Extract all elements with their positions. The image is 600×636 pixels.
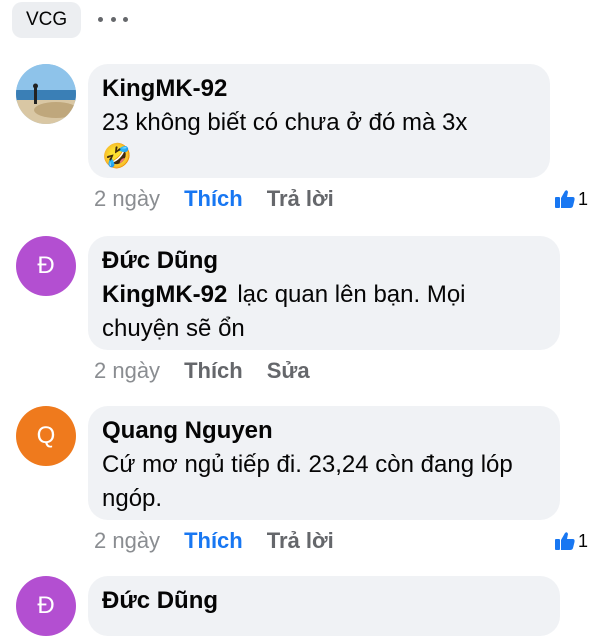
comment-actions: 2 ngày Thích Trả lời <box>94 184 358 214</box>
reaction-summary[interactable]: 1 <box>554 184 588 214</box>
beach-photo-icon <box>16 64 76 124</box>
reply-button[interactable]: Trả lời <box>267 186 334 212</box>
comment-author[interactable]: KingMK-92 <box>102 72 534 106</box>
comment-bubble: Đức Dũng KingMK-92 lạc quan lên bạn. Mọi … <box>88 236 560 350</box>
thumbs-up-icon <box>554 190 575 208</box>
reaction-count: 1 <box>577 530 588 551</box>
comment-text: 23 không biết có chưa ở đó mà 3x <box>102 109 468 136</box>
more-horizontal-icon[interactable] <box>98 7 128 31</box>
top-bar: VCG <box>0 0 600 50</box>
reply-button[interactable]: Trả lời <box>267 528 334 554</box>
thumbs-up-icon <box>554 532 575 550</box>
comment-time[interactable]: 2 ngày <box>94 186 160 212</box>
edit-button[interactable]: Sửa <box>267 358 310 384</box>
group-chip[interactable]: VCG <box>12 2 82 38</box>
like-button[interactable]: Thích <box>184 528 243 554</box>
avatar[interactable]: Đ <box>16 236 76 296</box>
like-button[interactable]: Thích <box>184 358 243 384</box>
avatar-initial: Q <box>36 422 56 449</box>
comment-text: Cứ mơ ngủ tiếp đi. 23,24 còn đang lóp ng… <box>102 451 513 512</box>
comment-author[interactable]: Đức Dũng <box>102 244 544 278</box>
avatar[interactable]: Q <box>16 406 76 466</box>
avatar[interactable]: Đ <box>16 576 76 636</box>
comment-actions: 2 ngày Thích Sửa <box>94 356 334 386</box>
comment-bubble: Đức Dũng <box>88 576 560 636</box>
comment-text: KingMK-92 lạc quan lên bạn. Mọi chuyện sẽ… <box>102 278 544 346</box>
comment-author[interactable]: Quang Nguyen <box>102 414 544 448</box>
rofl-emoji-icon: 🤣 <box>102 143 132 170</box>
reaction-count: 1 <box>577 188 588 209</box>
avatar-initial: Đ <box>37 252 55 279</box>
comment-time[interactable]: 2 ngày <box>94 358 160 384</box>
comment-bubble: KingMK-92 23 không biết có chưa ở đó mà … <box>88 64 550 178</box>
mention-link[interactable]: KingMK-92 <box>102 281 227 308</box>
avatar-photo[interactable] <box>16 64 76 124</box>
avatar-initial: Đ <box>37 592 55 619</box>
comment-bubble: Quang Nguyen Cứ mơ ngủ tiếp đi. 23,24 cò… <box>88 406 560 520</box>
comment-actions: 2 ngày Thích Trả lời <box>94 526 358 556</box>
like-button[interactable]: Thích <box>184 186 243 212</box>
comment-author[interactable]: Đức Dũng <box>102 584 544 618</box>
comment-time[interactable]: 2 ngày <box>94 528 160 554</box>
reaction-summary[interactable]: 1 <box>554 526 588 556</box>
